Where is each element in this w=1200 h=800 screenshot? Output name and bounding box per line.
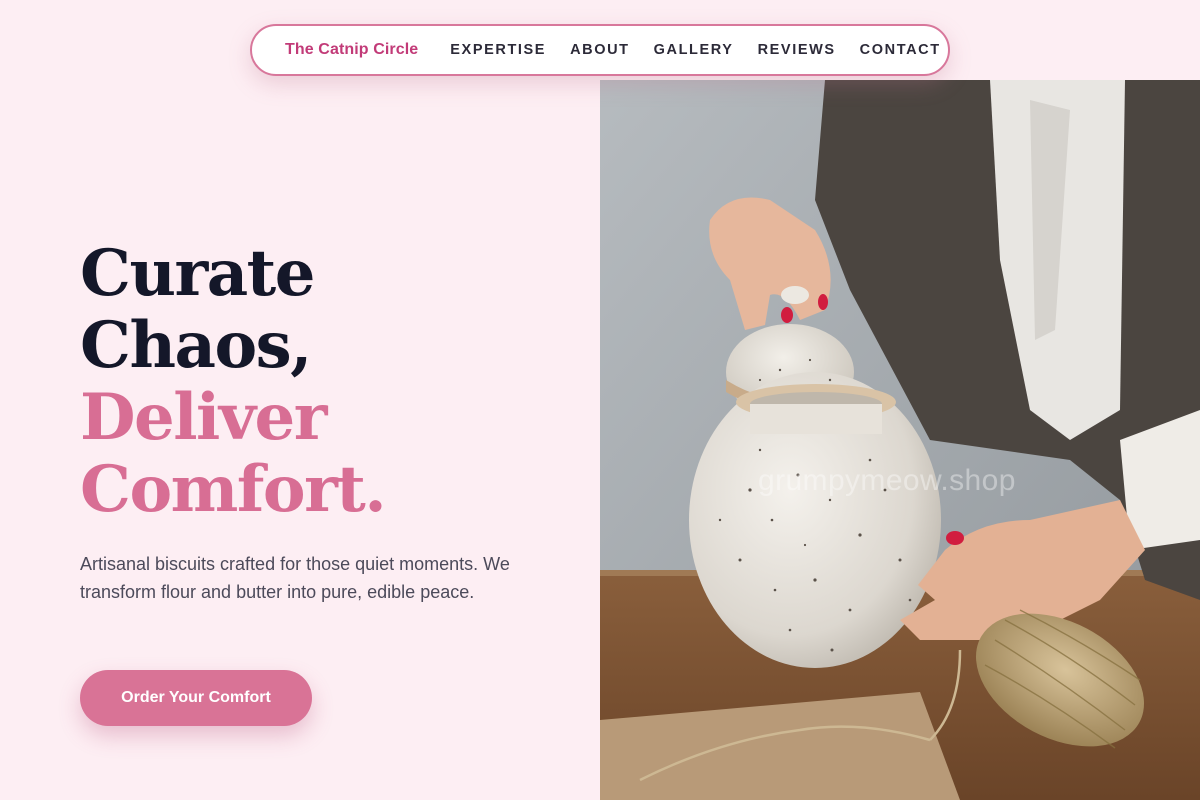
nav-link-gallery[interactable]: GALLERY [654,42,734,58]
order-comfort-button[interactable]: Order Your Comfort [80,670,312,726]
headline-line-4: Comfort. [80,452,387,527]
nav-link-about[interactable]: ABOUT [570,42,630,58]
watermark-text: grumpymeow.shop [758,464,1016,497]
hero-section: Curate Chaos, Deliver Comfort. Artisanal… [80,238,560,606]
hero-headline: Curate Chaos, Deliver Comfort. [80,238,560,526]
brand-logo-link[interactable]: The Catnip Circle [285,41,418,59]
headline-line-3: Deliver [80,380,327,455]
hero-subtext: Artisanal biscuits crafted for those qui… [80,554,510,602]
nav-link-reviews[interactable]: REVIEWS [758,42,836,58]
headline-line-1: Curate [80,236,315,311]
nav-link-contact[interactable]: CONTACT [860,42,941,58]
nav-links: EXPERTISE ABOUT GALLERY REVIEWS CONTACT [450,42,940,58]
pottery-jar-photo [600,80,1200,800]
nav-link-expertise[interactable]: EXPERTISE [450,42,546,58]
top-nav: The Catnip Circle EXPERTISE ABOUT GALLER… [250,24,950,76]
hero-photo: grumpymeow.shop [600,80,1200,800]
headline-line-2: Chaos, [80,308,312,383]
